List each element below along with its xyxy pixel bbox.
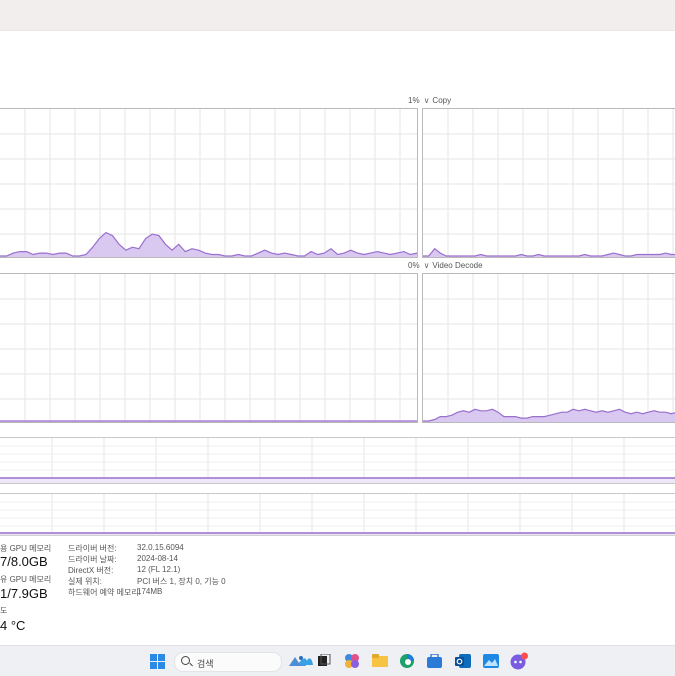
physical-location-value: PCI 버스 1, 장치 0, 기능 0 bbox=[137, 577, 226, 586]
windows-start-icon[interactable] bbox=[150, 654, 165, 669]
dedicated-gpu-memory-label: 용 GPU 메모리 bbox=[0, 544, 52, 553]
edge-icon[interactable] bbox=[399, 653, 415, 669]
gpu-temperature-value: 4 °C bbox=[0, 618, 26, 633]
file-explorer-icon[interactable] bbox=[372, 654, 388, 667]
window-title-bar bbox=[0, 0, 675, 30]
driver-version-value: 32.0.15.6094 bbox=[137, 543, 184, 552]
copy-percent: 1% bbox=[408, 96, 420, 105]
chevron-down-icon[interactable]: ∨ bbox=[424, 261, 430, 270]
copy-usage-line bbox=[423, 247, 675, 257]
outlook-icon[interactable] bbox=[455, 654, 471, 668]
video-decode-engine-name: Video Decode bbox=[432, 261, 483, 270]
store-icon[interactable] bbox=[427, 654, 442, 668]
widgets-icon[interactable] bbox=[298, 654, 314, 668]
engine-graph-svg bbox=[0, 109, 417, 257]
taskbar-search-box[interactable]: 검색 bbox=[174, 652, 306, 672]
directx-version-label: DirectX 버전: bbox=[68, 566, 114, 575]
search-icon bbox=[181, 656, 190, 665]
hardware-reserved-memory-value: 174MB bbox=[137, 587, 163, 596]
video-decode-graph-svg bbox=[423, 274, 675, 422]
copy-engine-graph bbox=[422, 108, 675, 258]
engine-graph-top-left bbox=[0, 108, 418, 258]
copilot-icon[interactable] bbox=[344, 653, 360, 669]
discord-icon[interactable] bbox=[510, 652, 529, 670]
shared-gpu-memory-value: 1/7.9GB bbox=[0, 586, 48, 601]
copy-graph-header[interactable]: 1% ∨ Copy bbox=[408, 96, 451, 105]
copy-engine-name: Copy bbox=[432, 96, 452, 105]
physical-location-label: 실제 위치: bbox=[68, 577, 102, 586]
engine-graph-svg bbox=[0, 274, 417, 422]
video-decode-graph-header[interactable]: 0% ∨ Video Decode bbox=[408, 261, 483, 270]
dedicated-gpu-memory-value: 7/8.0GB bbox=[0, 554, 48, 569]
shared-gpu-memory-label: 유 GPU 메모리 bbox=[0, 575, 52, 584]
photos-icon[interactable] bbox=[483, 654, 499, 668]
gpu-temperature-label: 도 bbox=[0, 606, 8, 615]
driver-date-label: 드라이버 날짜: bbox=[68, 555, 117, 564]
search-label: 검색 bbox=[197, 659, 214, 669]
shared-memory-graph bbox=[0, 493, 675, 536]
driver-version-label: 드라이버 버전: bbox=[68, 544, 117, 553]
video-decode-engine-graph bbox=[422, 273, 675, 423]
copy-graph-svg bbox=[423, 109, 675, 257]
task-view-icon[interactable] bbox=[318, 654, 331, 667]
chevron-down-icon[interactable]: ∨ bbox=[424, 96, 430, 105]
driver-date-value: 2024-08-14 bbox=[137, 554, 178, 563]
dedicated-memory-svg bbox=[0, 438, 675, 483]
video-decode-percent: 0% bbox=[408, 261, 420, 270]
shared-memory-svg bbox=[0, 494, 675, 535]
dedicated-memory-graph bbox=[0, 437, 675, 484]
directx-version-value: 12 (FL 12.1) bbox=[137, 565, 181, 574]
taskbar: 검색 bbox=[0, 645, 675, 676]
hardware-reserved-memory-label: 하드웨어 예약 메모리: bbox=[68, 588, 141, 597]
engine-graph-bottom-left bbox=[0, 273, 418, 423]
divider bbox=[0, 535, 675, 536]
